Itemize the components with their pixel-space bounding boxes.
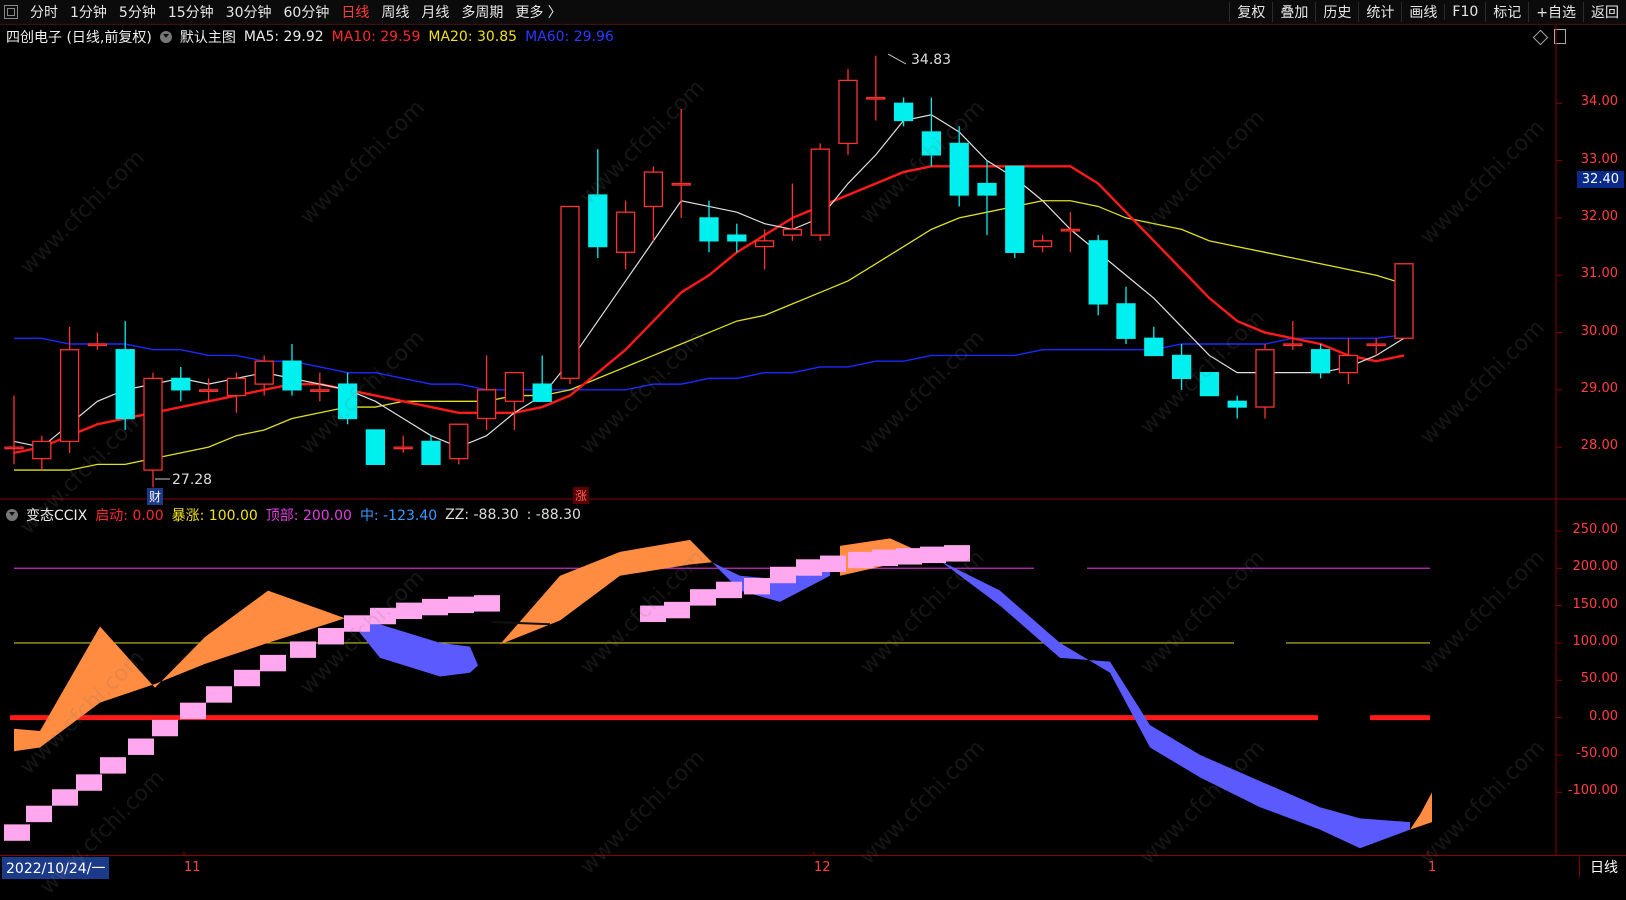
cci-axis-label: -50.00 bbox=[1576, 745, 1618, 761]
candle-body bbox=[560, 205, 580, 380]
period-label[interactable]: 日线 bbox=[1579, 857, 1618, 877]
candle-body bbox=[977, 182, 997, 196]
cci-axis-label: -100.00 bbox=[1567, 783, 1618, 799]
cci-staircase-block bbox=[896, 548, 922, 565]
candle-body bbox=[1060, 228, 1081, 232]
candle-body bbox=[727, 234, 747, 242]
current-price-tag: 32.40 bbox=[1576, 171, 1624, 188]
cci-axis-label: 200.00 bbox=[1572, 559, 1619, 575]
candle-body bbox=[504, 372, 525, 402]
cci-staircase-block bbox=[100, 757, 126, 774]
candle-body bbox=[59, 349, 80, 443]
cci-staircase-block bbox=[52, 789, 78, 806]
cci-axis-label: 100.00 bbox=[1572, 633, 1619, 649]
price-axis-label: 29.00 bbox=[1580, 380, 1618, 396]
price-axis-label: 30.00 bbox=[1580, 323, 1618, 339]
cci-staircase-block bbox=[76, 774, 102, 791]
candle-body bbox=[893, 102, 914, 122]
cci-staircase-block bbox=[920, 546, 946, 564]
candle-body bbox=[365, 429, 386, 465]
cci-staircase-block bbox=[796, 559, 822, 576]
price-axis-label: 33.00 bbox=[1580, 151, 1618, 167]
cci-staircase-block bbox=[180, 702, 206, 720]
candle-body bbox=[310, 389, 330, 392]
candle-body bbox=[32, 440, 52, 460]
high-annotation: 34.83 bbox=[911, 52, 952, 68]
month-tick: 11 bbox=[184, 860, 201, 875]
candle-body bbox=[226, 377, 247, 397]
cci-staircase-block bbox=[260, 654, 286, 672]
candle-body bbox=[615, 211, 636, 253]
candle-body bbox=[1088, 240, 1108, 305]
cci-staircase-block bbox=[26, 805, 52, 823]
time-axis bbox=[0, 855, 1626, 880]
candle-body bbox=[1310, 349, 1331, 374]
cci-axis-label: 0.00 bbox=[1589, 708, 1618, 724]
cci-staircase-block bbox=[4, 824, 30, 841]
candle-body bbox=[1255, 349, 1275, 408]
cci-staircase-block bbox=[848, 551, 874, 569]
cci-staircase-block bbox=[716, 581, 742, 599]
candle-body bbox=[754, 240, 775, 248]
candle-body bbox=[1338, 354, 1359, 374]
cci-axis-label: 150.00 bbox=[1572, 596, 1619, 612]
candle-body bbox=[476, 389, 497, 420]
cci-staircase-block bbox=[474, 595, 500, 612]
cci-staircase-block bbox=[770, 566, 796, 584]
candle-body bbox=[421, 440, 441, 465]
candle-body bbox=[1144, 337, 1164, 357]
low-annotation: 27.28 bbox=[172, 472, 213, 488]
cci-orange-band bbox=[1410, 792, 1432, 830]
candle-body bbox=[671, 182, 691, 186]
cci-staircase-block bbox=[234, 669, 260, 687]
cci-axis-label: 250.00 bbox=[1572, 521, 1619, 537]
candle-body bbox=[866, 96, 886, 100]
candle-body bbox=[782, 228, 803, 236]
limit-up-badge[interactable]: 涨 bbox=[573, 487, 590, 504]
cci-staircase-block bbox=[290, 641, 316, 658]
chart-canvas[interactable] bbox=[0, 0, 1626, 879]
candle-body bbox=[87, 343, 108, 347]
candle-body bbox=[810, 148, 830, 236]
price-axis-label: 34.00 bbox=[1580, 94, 1618, 110]
candle-body bbox=[393, 446, 413, 450]
candle-body bbox=[1005, 165, 1025, 253]
cci-staircase-block bbox=[744, 577, 770, 595]
price-axis-label: 32.00 bbox=[1580, 208, 1618, 224]
high-pointer bbox=[887, 53, 907, 65]
cci-axis-label: 50.00 bbox=[1580, 671, 1618, 687]
candle-body bbox=[1394, 263, 1414, 339]
cci-staircase-block bbox=[128, 738, 154, 755]
cci-staircase-block bbox=[690, 589, 716, 606]
candle-body bbox=[1116, 303, 1136, 339]
candle-body bbox=[171, 377, 191, 391]
cci-staircase-block bbox=[448, 596, 474, 614]
cci-staircase-block bbox=[422, 598, 448, 616]
cci-staircase-block bbox=[206, 686, 232, 703]
cci-blue-band bbox=[940, 560, 1410, 849]
candle-body bbox=[643, 171, 664, 208]
candle-body bbox=[838, 79, 858, 145]
candle-body bbox=[699, 217, 719, 242]
price-axis-label: 31.00 bbox=[1580, 266, 1618, 282]
cci-staircase-block bbox=[820, 555, 846, 572]
candle-body bbox=[949, 142, 969, 196]
candle-body bbox=[532, 383, 552, 402]
candle-body bbox=[1227, 400, 1247, 408]
cci-staircase-block bbox=[872, 549, 898, 567]
candle-body bbox=[4, 446, 24, 450]
cci-staircase-block bbox=[152, 719, 178, 737]
candle-body bbox=[254, 360, 274, 385]
finance-badge[interactable]: 财 bbox=[147, 488, 164, 505]
candle-body bbox=[1283, 343, 1303, 347]
candle-body bbox=[282, 360, 302, 391]
candle-body bbox=[449, 423, 469, 460]
candle-body bbox=[1366, 343, 1386, 347]
candle-body bbox=[198, 389, 219, 392]
candle-body bbox=[1032, 240, 1053, 248]
price-axis-label: 28.00 bbox=[1580, 438, 1618, 454]
month-tick: 12 bbox=[814, 860, 831, 875]
